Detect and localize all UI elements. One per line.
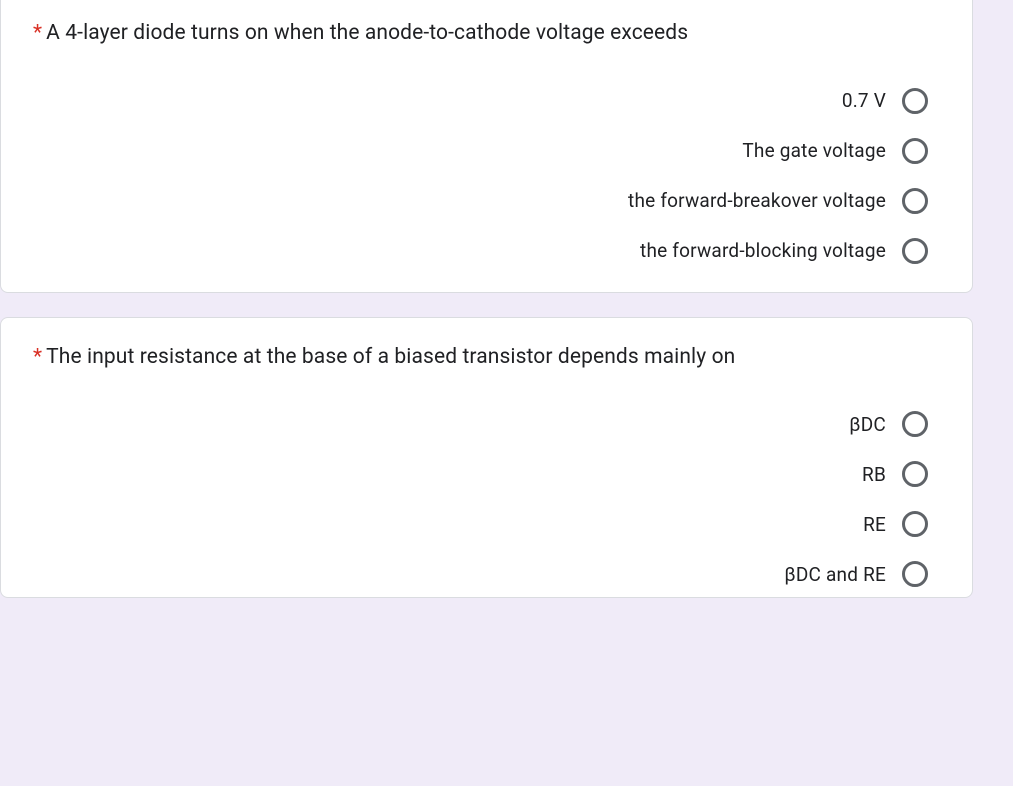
question-label: A 4-layer diode turns on when the anode-… — [46, 21, 688, 45]
radio-icon[interactable] — [902, 188, 928, 214]
option-q2-0[interactable]: βDC — [849, 411, 928, 437]
question-text-1: *A 4-layer diode turns on when the anode… — [33, 18, 940, 50]
option-q2-3[interactable]: βDC and RE — [784, 561, 928, 587]
question-card-1: *A 4-layer diode turns on when the anode… — [0, 0, 973, 293]
radio-icon[interactable] — [902, 561, 928, 587]
option-q1-2[interactable]: the forward-breakover voltage — [628, 188, 928, 214]
radio-icon[interactable] — [902, 138, 928, 164]
question-text-2: *The input resistance at the base of a b… — [33, 342, 940, 374]
option-label: βDC — [849, 413, 886, 436]
option-q1-1[interactable]: The gate voltage — [742, 138, 928, 164]
option-label: 0.7 V — [842, 89, 886, 112]
required-marker: * — [33, 345, 42, 369]
required-marker: * — [33, 21, 42, 45]
question-card-2: *The input resistance at the base of a b… — [0, 317, 973, 599]
option-label: βDC and RE — [784, 563, 886, 586]
option-q2-1[interactable]: RB — [862, 461, 928, 487]
option-label: RB — [862, 463, 886, 486]
option-label: the forward-breakover voltage — [628, 189, 886, 212]
options-group-2: βDC RB RE βDC and RE — [33, 411, 940, 587]
option-label: RE — [863, 513, 886, 536]
option-label: the forward-blocking voltage — [640, 239, 886, 262]
radio-icon[interactable] — [902, 411, 928, 437]
option-q2-2[interactable]: RE — [863, 511, 928, 537]
radio-icon[interactable] — [902, 238, 928, 264]
radio-icon[interactable] — [902, 88, 928, 114]
radio-icon[interactable] — [902, 461, 928, 487]
options-group-1: 0.7 V The gate voltage the forward-break… — [33, 88, 940, 264]
option-q1-3[interactable]: the forward-blocking voltage — [640, 238, 928, 264]
option-label: The gate voltage — [742, 139, 886, 162]
radio-icon[interactable] — [902, 511, 928, 537]
question-label: The input resistance at the base of a bi… — [46, 345, 735, 369]
option-q1-0[interactable]: 0.7 V — [842, 88, 928, 114]
